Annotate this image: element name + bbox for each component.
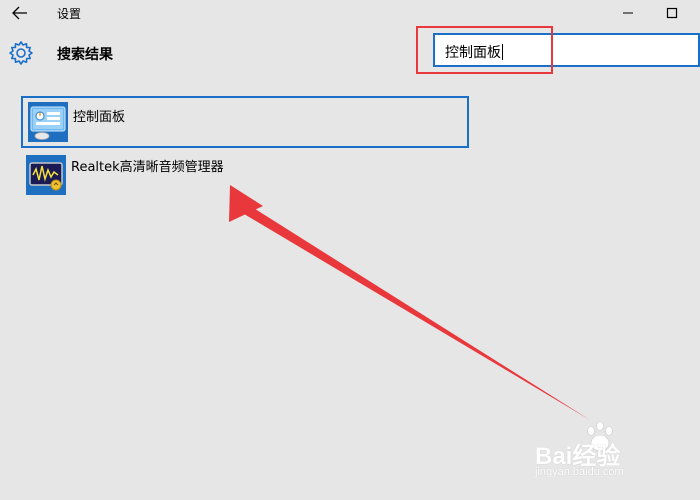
minimize-icon bbox=[623, 12, 633, 14]
search-input-value: 控制面板 bbox=[445, 45, 501, 61]
result-item-control-panel[interactable]: 控制面板 bbox=[21, 96, 469, 148]
back-arrow-icon bbox=[12, 6, 27, 20]
settings-window: 设置 搜索结果 控制面板 控制面板 Realtek高清晰音频管理器 Bai经验 … bbox=[0, 0, 700, 500]
back-button[interactable] bbox=[6, 2, 34, 24]
result-item-realtek-audio[interactable]: Realtek高清晰音频管理器 bbox=[21, 152, 469, 200]
window-title: 设置 bbox=[57, 7, 82, 21]
realtek-audio-icon bbox=[26, 155, 66, 195]
page-title: 搜索结果 bbox=[57, 47, 113, 63]
watermark-url: jingyan.baidu.com bbox=[535, 466, 624, 478]
gear-icon bbox=[9, 41, 33, 65]
title-bar: 设置 bbox=[0, 0, 700, 28]
control-panel-icon bbox=[28, 102, 68, 142]
result-label: 控制面板 bbox=[73, 110, 126, 125]
minimize-button[interactable] bbox=[614, 2, 642, 24]
search-input[interactable]: 控制面板 bbox=[433, 33, 700, 67]
maximize-icon bbox=[666, 7, 678, 19]
maximize-button[interactable] bbox=[658, 2, 686, 24]
baidu-watermark: Bai经验 jingyan.baidu.com bbox=[535, 420, 695, 480]
text-caret bbox=[502, 44, 503, 60]
result-label: Realtek高清晰音频管理器 bbox=[71, 160, 224, 175]
